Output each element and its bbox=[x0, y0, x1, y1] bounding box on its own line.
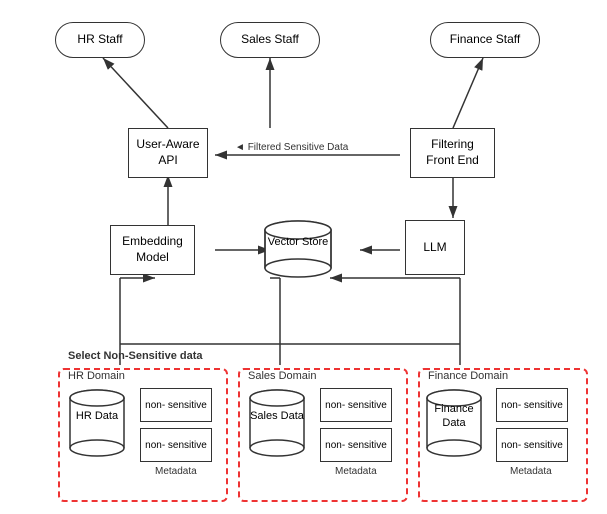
sales-staff-label: Sales Staff bbox=[241, 32, 299, 48]
finance-domain-label: Finance Domain bbox=[428, 370, 508, 382]
hr-non-sensitive-2: non- sensitive bbox=[140, 428, 212, 462]
hr-non-sensitive-1: non- sensitive bbox=[140, 388, 212, 422]
finance-metadata-label: Metadata bbox=[510, 466, 552, 477]
finance-non-sensitive-2: non- sensitive bbox=[496, 428, 568, 462]
sales-domain-label: Sales Domain bbox=[248, 370, 316, 382]
filtering-front-end-node: FilteringFront End bbox=[410, 128, 495, 178]
sales-metadata-label: Metadata bbox=[335, 466, 377, 477]
sales-data-node: Sales Data bbox=[248, 388, 306, 478]
finance-data-label: Finance Data bbox=[434, 403, 473, 429]
sales-non-sensitive-2: non- sensitive bbox=[320, 428, 392, 462]
select-non-sensitive-label: Select Non-Sensitive data bbox=[68, 350, 203, 362]
finance-staff-node: Finance Staff bbox=[430, 22, 540, 58]
hr-data-label: HR Data bbox=[76, 410, 118, 422]
vector-store-node: Vector Store bbox=[263, 220, 333, 280]
embedding-model-node: EmbeddingModel bbox=[110, 225, 195, 275]
hr-staff-label: HR Staff bbox=[77, 32, 122, 48]
embedding-model-label: EmbeddingModel bbox=[122, 234, 183, 265]
filtering-front-end-label: FilteringFront End bbox=[426, 137, 479, 168]
hr-domain-label: HR Domain bbox=[68, 370, 125, 382]
filtered-sensitive-label: ◄ Filtered Sensitive Data bbox=[235, 142, 348, 153]
sales-non-sensitive-1: non- sensitive bbox=[320, 388, 392, 422]
hr-data-node: HR Data bbox=[68, 388, 126, 478]
hr-staff-node: HR Staff bbox=[55, 22, 145, 58]
user-aware-api-node: User-AwareAPI bbox=[128, 128, 208, 178]
sales-data-label: Sales Data bbox=[250, 410, 304, 422]
llm-label: LLM bbox=[423, 240, 446, 256]
finance-data-node: Finance Data bbox=[425, 388, 483, 478]
vector-store-label: Vector Store bbox=[268, 236, 329, 248]
architecture-diagram: HR Staff Sales Staff Finance Staff User-… bbox=[0, 0, 607, 514]
llm-node: LLM bbox=[405, 220, 465, 275]
finance-staff-label: Finance Staff bbox=[450, 32, 521, 48]
hr-metadata-label: Metadata bbox=[155, 466, 197, 477]
finance-non-sensitive-1: non- sensitive bbox=[496, 388, 568, 422]
sales-staff-node: Sales Staff bbox=[220, 22, 320, 58]
user-aware-api-label: User-AwareAPI bbox=[136, 137, 199, 168]
